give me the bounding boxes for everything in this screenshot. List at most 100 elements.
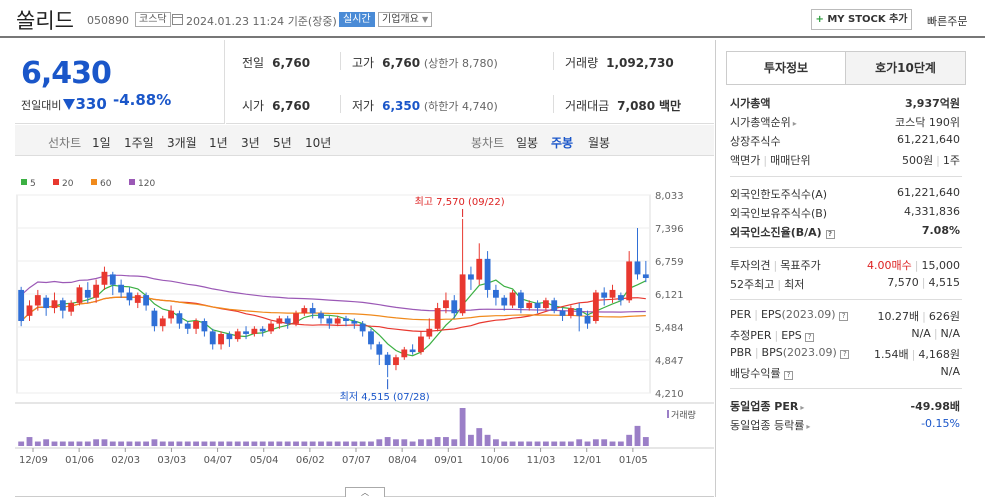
candle-body: [592, 292, 599, 322]
volume-bar: [34, 441, 41, 446]
volume-bar: [209, 441, 216, 446]
candle-body: [93, 284, 100, 298]
candle-body: [159, 318, 166, 327]
volume-bar: [584, 441, 591, 446]
candle-body: [492, 289, 499, 298]
row-key: 시가총액순위: [730, 116, 791, 129]
stock-quote-page: 쏠리드 050890 코스닥 2024.01.23 11:24 기준(장중) 실…: [0, 0, 985, 497]
candle-body: [76, 287, 83, 303]
volume-bar: [59, 441, 66, 446]
volume-bar: [401, 439, 408, 446]
volume-bar: [359, 441, 366, 446]
period-1d[interactable]: 1일: [92, 134, 111, 151]
stat-value: 6,760: [272, 56, 311, 70]
stat-label: 거래대금: [565, 99, 610, 113]
info-icon[interactable]: ?: [840, 350, 850, 359]
period-3m[interactable]: 3개월: [167, 134, 197, 151]
collapse-chart-button[interactable]: ︿: [345, 487, 385, 497]
stock-chart[interactable]: 5 20 60 120 8,033 7,396 6,759 6,121 5,484 4,847 4,…: [15, 157, 714, 497]
row-key2: BPS: [761, 346, 783, 359]
chevron-right-icon[interactable]: ▸: [793, 119, 797, 128]
stat-value: 7,080: [617, 99, 656, 113]
volume-bar: [326, 441, 333, 446]
candle-body: [551, 300, 558, 311]
candle-body: [343, 318, 349, 322]
candle-body: [459, 274, 466, 314]
volume-bar: [526, 441, 533, 446]
period-1w[interactable]: 1주일: [124, 134, 154, 151]
candle-body: [309, 308, 316, 314]
period-5y[interactable]: 5년: [273, 134, 292, 151]
candle-body: [251, 328, 258, 334]
info-icon[interactable]: ?: [839, 312, 849, 321]
divider: [553, 95, 554, 113]
x-tick-label: 09/01: [434, 455, 463, 466]
row-value: 10.27배: [877, 310, 920, 323]
x-tick-label: 07/07: [342, 455, 371, 466]
info-icon[interactable]: ?: [825, 230, 835, 239]
period-3y[interactable]: 3년: [241, 134, 260, 151]
volume-bar: [126, 441, 133, 446]
volume-bar: [492, 439, 499, 446]
candle-body: [301, 308, 308, 314]
candle-body: [318, 313, 324, 319]
stock-chart-svg[interactable]: 5 20 60 120 8,033 7,396 6,759 6,121 5,484 4,847 4,…: [15, 157, 714, 487]
volume-bar: [468, 434, 474, 446]
row-value: -49.98배: [910, 400, 960, 413]
stat-high: 고가 6,760 (상한가 8,780): [352, 54, 498, 71]
row-key: 투자의견: [730, 259, 771, 272]
candle-body: [293, 313, 299, 324]
candle-body: [476, 258, 483, 280]
candle-body: [542, 300, 549, 309]
tab-invest-info[interactable]: 투자정보: [727, 52, 846, 84]
volume-bar: [143, 441, 150, 446]
info-icon[interactable]: ?: [784, 371, 794, 380]
stat-value: 1,092,730: [606, 56, 674, 70]
candle-daily[interactable]: 일봉: [516, 134, 538, 151]
volume-bar: [484, 434, 491, 446]
legend-swatch: [21, 179, 27, 185]
volume-bar: [642, 437, 649, 446]
chevron-right-icon[interactable]: ▸: [800, 403, 804, 412]
candle-body: [409, 349, 416, 353]
y-tick-label: 7,396: [655, 224, 684, 235]
volume-bar: [284, 441, 291, 446]
company-info-dropdown[interactable]: 기업개요 ▼: [378, 12, 433, 27]
volume-bar: [243, 441, 249, 446]
stat-value: 6,350: [382, 99, 421, 113]
stat-label: 고가: [352, 56, 375, 70]
period-1y[interactable]: 1년: [209, 134, 228, 151]
chevron-right-icon[interactable]: ▸: [806, 422, 810, 431]
volume-bar: [101, 439, 108, 446]
candle-body: [609, 289, 616, 298]
row-value2: 626원: [928, 310, 960, 323]
row-value: 3,937억원: [904, 97, 960, 110]
volume-bar: [76, 441, 83, 446]
quick-order-link[interactable]: 빠른주문: [927, 13, 967, 29]
divider: [340, 52, 341, 70]
info-icon[interactable]: ?: [805, 333, 815, 342]
divider: [553, 52, 554, 70]
my-stock-add-button[interactable]: + MY STOCK 추가: [811, 9, 912, 30]
candle-body: [617, 295, 624, 301]
row-key2: EPS: [760, 308, 782, 321]
row-pbr: PBR | BPS(2023.09) ? 1.54배 | 4,168원: [730, 346, 960, 361]
candle-body: [584, 315, 591, 324]
volume-bar: [151, 439, 158, 446]
tab-order-book[interactable]: 호가10단계: [846, 52, 965, 84]
row-value: N/A: [911, 327, 931, 340]
realtime-badge[interactable]: 실시간: [339, 12, 375, 27]
row-key: 외국인보유주식수(B): [730, 207, 828, 220]
stat-value: 6,760: [272, 99, 311, 113]
candle-body: [59, 300, 66, 311]
candle-body: [34, 295, 41, 306]
candle-body: [84, 289, 91, 298]
x-tick-label: 01/06: [65, 455, 94, 466]
period-10y[interactable]: 10년: [305, 134, 331, 151]
candle-body: [368, 331, 374, 345]
change-line: 전일대비 330: [21, 95, 107, 113]
candle-weekly[interactable]: 주봉: [551, 134, 573, 151]
candle-monthly[interactable]: 월봉: [588, 134, 610, 151]
row-foreign-limit: 외국인한도주식수(A) 61,221,640: [730, 186, 960, 202]
candle-body: [559, 310, 566, 316]
